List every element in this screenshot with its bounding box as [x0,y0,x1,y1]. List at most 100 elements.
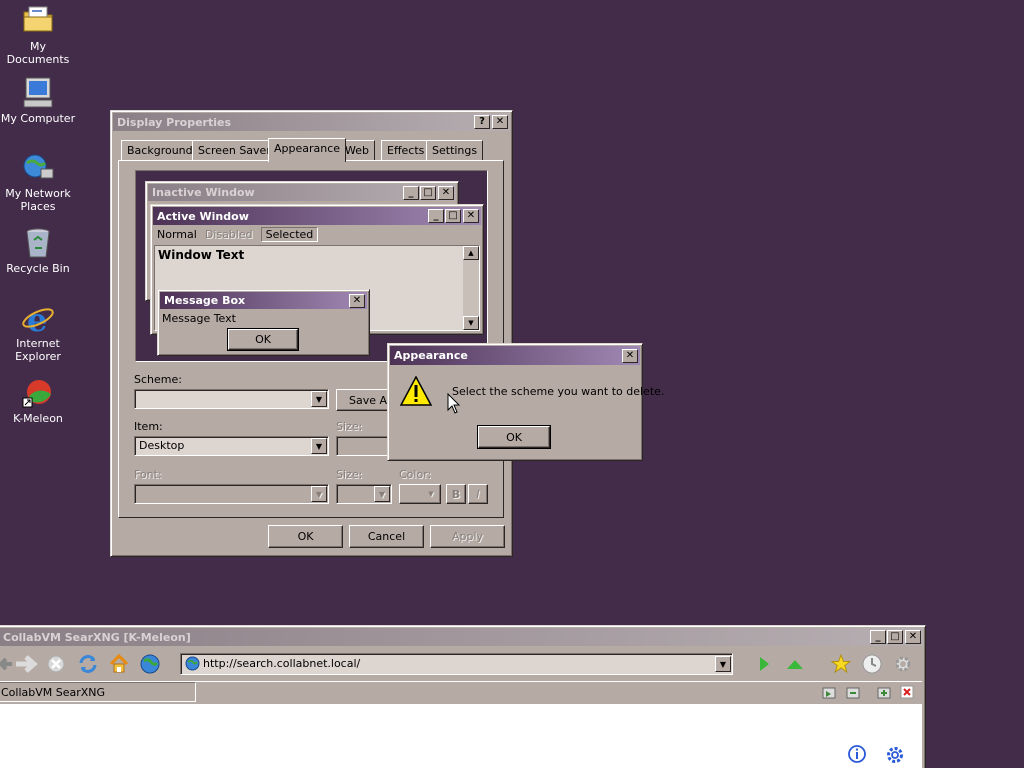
computer-icon [21,76,55,110]
menu-selected: Selected [260,226,319,242]
desktop-icon-k-meleon[interactable]: K-Meleon [0,376,76,425]
browser-title-bar[interactable]: CollabVM SearXNG [K-Meleon] _ □ ✕ [0,628,923,646]
tab-settings[interactable]: Settings [426,140,484,160]
font-size-label: Size: [336,468,363,481]
scheme-select[interactable]: ▼ [134,389,329,409]
desktop-icon-internet-explorer[interactable]: e Internet Explorer [0,301,76,363]
item-label: Item: [134,420,163,433]
tab-background[interactable]: Background [121,140,199,160]
desktop-icon-network[interactable]: My Network Places [0,151,76,213]
preview-msgbox-text: Message Text [162,312,236,325]
folder-icon [21,4,55,38]
up-icon[interactable] [786,657,804,674]
chevron-down-icon: ▼ [311,438,327,454]
preview-message-box: Message Box ✕ Message Text OK [157,289,370,356]
close-icon: ✕ [349,293,365,308]
scroll-down-icon: ▼ [463,316,479,330]
italic-button: I [468,484,488,504]
network-icon [21,151,55,185]
font-size-select: ▼ [336,484,392,504]
close-icon: ✕ [438,185,454,200]
maximize-icon: □ [445,209,461,223]
color-picker: ▼ [399,484,441,504]
globe-icon[interactable] [139,653,161,678]
close-icon: ✕ [463,209,479,223]
scheme-label: Scheme: [134,373,182,386]
tab-screen-saver[interactable]: Screen Saver [192,140,277,160]
desktop-icon-label: K-Meleon [13,412,63,425]
settings-gear-icon[interactable] [892,653,914,678]
window-text: Window Text [158,248,245,262]
ie-icon: e [21,301,55,339]
close-button[interactable]: ✕ [492,115,508,129]
svg-text:e: e [27,301,47,335]
stop-icon[interactable] [46,654,66,677]
desktop-icon-my-documents[interactable]: My Documents [0,4,76,66]
maximize-icon: □ [420,185,436,200]
minimize-button[interactable]: _ [870,630,886,644]
appearance-dialog: Appearance ✕ Select the scheme you want … [387,343,664,461]
url-bar[interactable]: http://search.collabnet.local/ ▼ [180,653,733,675]
desktop-icon-recycle-bin[interactable]: Recycle Bin [0,226,76,275]
info-icon[interactable] [847,744,867,767]
k-meleon-icon [21,376,55,410]
desktop-icon-label: Recycle Bin [6,262,70,275]
close-button[interactable]: ✕ [905,630,921,644]
preview-msgbox-ok: OK [227,328,299,351]
tab-new-icon[interactable] [822,685,836,702]
item-size-label: Size: [336,420,363,433]
chevron-down-icon: ▼ [311,486,327,502]
ok-button[interactable]: OK [268,525,343,548]
cancel-button[interactable]: Cancel [349,525,424,548]
tab-effects[interactable]: Effects [381,140,431,160]
dialog-message: Select the scheme you want to delete. [452,385,665,398]
mouse-cursor-icon [447,392,461,418]
home-icon[interactable] [108,653,130,678]
go-icon[interactable] [757,655,771,676]
minimize-icon: _ [403,185,419,200]
item-select[interactable]: Desktop ▼ [134,436,329,456]
browser-tab[interactable]: CollabVM SearXNG [0,682,196,702]
preview-inactive-title: Inactive Window [152,186,255,199]
warning-icon [399,375,433,409]
page-settings-gear-icon[interactable] [884,744,906,768]
help-button[interactable]: ? [474,115,490,129]
window-title: Display Properties [117,115,232,129]
desktop-icon-label: Internet Explorer [15,337,61,363]
minimize-icon: _ [428,209,444,223]
color-label: Color: [399,468,432,481]
url-text: http://search.collabnet.local/ [203,657,361,670]
title-bar[interactable]: Display Properties ? ✕ [113,113,510,131]
chevron-down-icon: ▼ [374,486,390,502]
preview-msgbox-title: Message Box [164,294,246,307]
dialog-ok-button[interactable]: OK [477,425,551,449]
browser-content[interactable] [0,704,922,768]
preview-active-title: Active Window [157,209,249,223]
font-label: Font: [134,468,162,481]
close-tab-icon[interactable] [900,685,914,702]
maximize-button[interactable]: □ [887,630,903,644]
browser-title: CollabVM SearXNG [K-Meleon] [3,630,191,644]
chevron-down-icon: ▼ [311,391,327,407]
apply-button[interactable]: Apply [430,525,505,548]
dialog-title: Appearance [394,349,468,362]
dialog-title-bar[interactable]: Appearance ✕ [390,346,640,365]
reload-icon[interactable] [77,653,99,678]
recycle-bin-icon [21,226,55,260]
history-icon[interactable] [861,653,883,678]
menu-normal: Normal [157,227,197,241]
chevron-down-icon[interactable]: ▼ [715,656,731,672]
desktop-icon-label: My Documents [6,40,70,66]
desktop-icon-my-computer[interactable]: My Computer [0,76,76,125]
add-tab-icon[interactable] [877,685,891,702]
bookmark-star-icon[interactable] [830,653,852,678]
scroll-up-icon: ▲ [463,246,479,260]
forward-icon[interactable] [14,654,38,677]
menu-disabled: Disabled [204,227,253,241]
tab-appearance[interactable]: Appearance [268,138,347,162]
back-icon[interactable] [0,655,14,676]
tab-list-icon[interactable] [846,685,860,702]
font-select: ▼ [134,484,329,504]
close-button[interactable]: ✕ [622,348,638,363]
bold-button: B [446,484,466,504]
